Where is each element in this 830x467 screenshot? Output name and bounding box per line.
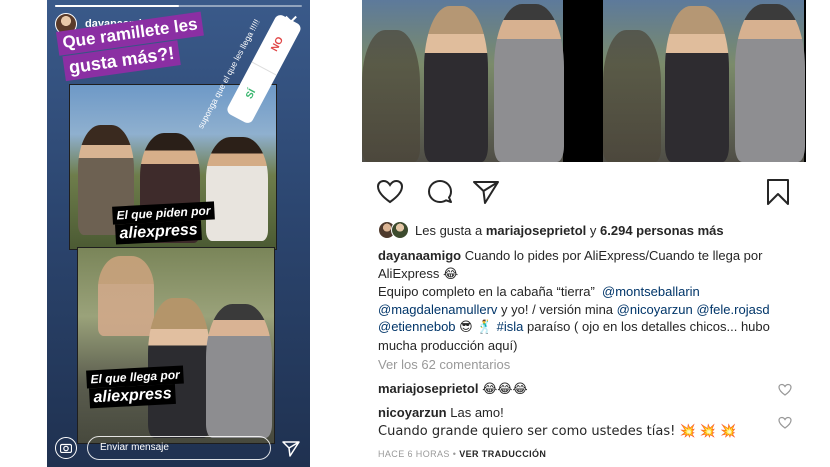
camera-icon[interactable] [55,437,77,459]
caption-text: y yo! / versión mina [501,301,614,317]
post-timestamp: HACE 6 HORAS [378,449,450,459]
avatar [391,221,409,239]
comment-username[interactable]: mariajoseprietol [378,381,478,396]
comment-text: Cuando grande quiero ser como ustedes tí… [378,423,737,439]
person-figure [206,304,272,438]
meta-separator: • [452,449,457,459]
story-footer: Enviar mensaje [47,431,310,467]
instagram-post: Les gusta a mariajoseprietol y 6.294 per… [362,0,806,467]
comment: nicoyarzun Las amo! Cuando grande quiero… [378,404,768,440]
mention-link[interactable]: @nicoyarzun [617,302,693,317]
likes-count[interactable]: 6.294 personas más [600,223,724,238]
person-figure [494,4,564,162]
person-figure [98,256,154,336]
mention-link[interactable]: @etiennebob [378,319,456,334]
person-figure [735,4,805,162]
person-figure [206,137,268,241]
heart-icon[interactable] [778,416,792,430]
translate-link[interactable]: VER TRADUCCIÓN [459,449,546,459]
comment: mariajoseprietol 😂😂😂 [378,380,768,399]
comment-text: Las amo! [450,405,504,420]
caption-text: Equipo completo en la cabaña “tierra” [378,284,595,299]
person-figure [603,30,661,162]
person-figure [424,6,488,162]
bookmark-icon[interactable] [764,178,792,206]
person-figure [665,6,729,162]
mention-link[interactable]: @fele.rojasd [696,302,769,317]
post-actions [376,178,792,206]
caption-username[interactable]: dayanaamigo [378,248,461,263]
post-meta: HACE 6 HORAS • VER TRADUCCIÓN [378,449,546,459]
story-viewer[interactable]: dayanaamigo 4h ✕ Que ramillete les gusta… [47,0,310,467]
comment-icon[interactable] [426,178,454,206]
person-figure [362,30,420,162]
caption-emoji: 😂 [443,266,459,282]
heart-icon[interactable] [376,178,404,206]
media-frame [603,0,805,162]
media-frame [362,0,564,162]
post-caption: dayanaamigo Cuando lo pides por AliExpre… [378,247,788,354]
likes-row: Les gusta a mariajoseprietol y 6.294 per… [378,221,724,239]
likes-prefix: Les gusta a [415,222,483,238]
heart-icon[interactable] [778,383,792,397]
comment-text: 😂😂😂 [482,382,528,397]
story-progress-fill [55,5,179,7]
caption-tag-bottom: El que llega por aliexpress [86,365,185,409]
comment-username[interactable]: nicoyarzun [378,405,447,420]
likes-user[interactable]: mariajoseprietol [486,223,586,238]
post-image[interactable] [362,0,806,162]
story-photo-bottom [77,247,275,444]
likes-conj: y [589,222,597,238]
view-comments-link[interactable]: Ver los 62 comentarios [378,357,510,372]
mention-link[interactable]: @montseballarin [602,284,700,299]
likes-text[interactable]: Les gusta a mariajoseprietol y 6.294 per… [415,223,724,238]
caption-emoji: 😎 🕺 [459,320,494,335]
message-input[interactable]: Enviar mensaje [87,436,271,460]
caption-tag-top: El que piden por aliexpress [112,201,216,245]
share-icon[interactable] [472,178,500,206]
send-icon[interactable] [282,440,300,458]
hashtag-link[interactable]: #isla [497,319,524,334]
mention-link[interactable]: @magdalenamullerv [378,302,497,317]
